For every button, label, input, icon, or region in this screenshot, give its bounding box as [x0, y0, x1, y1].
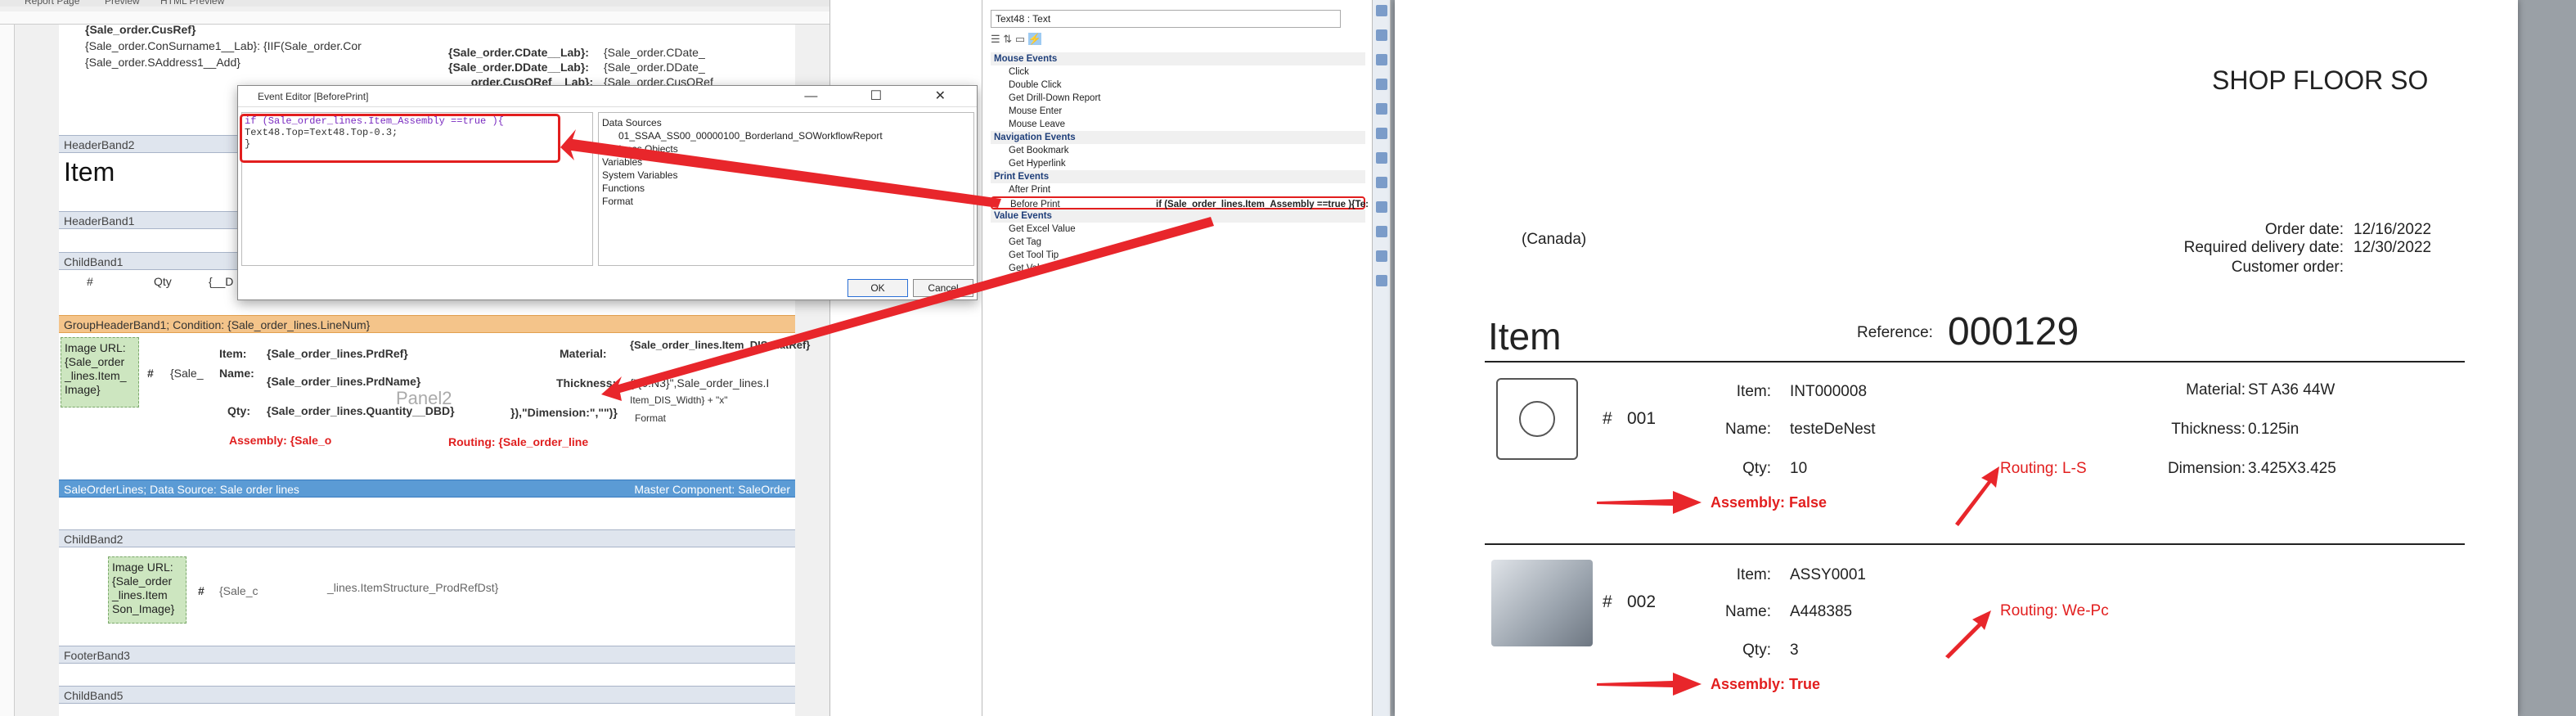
arrow-to-code: [560, 129, 1001, 208]
arrow-assembly-2: [1597, 673, 1702, 696]
arrow-to-designer: [601, 217, 1214, 401]
arrow-routing-1: [1955, 466, 1999, 526]
arrow-routing-2: [1945, 610, 1991, 659]
arrow-assembly-1: [1597, 491, 1702, 514]
annotation-arrows: [560, 129, 1999, 696]
